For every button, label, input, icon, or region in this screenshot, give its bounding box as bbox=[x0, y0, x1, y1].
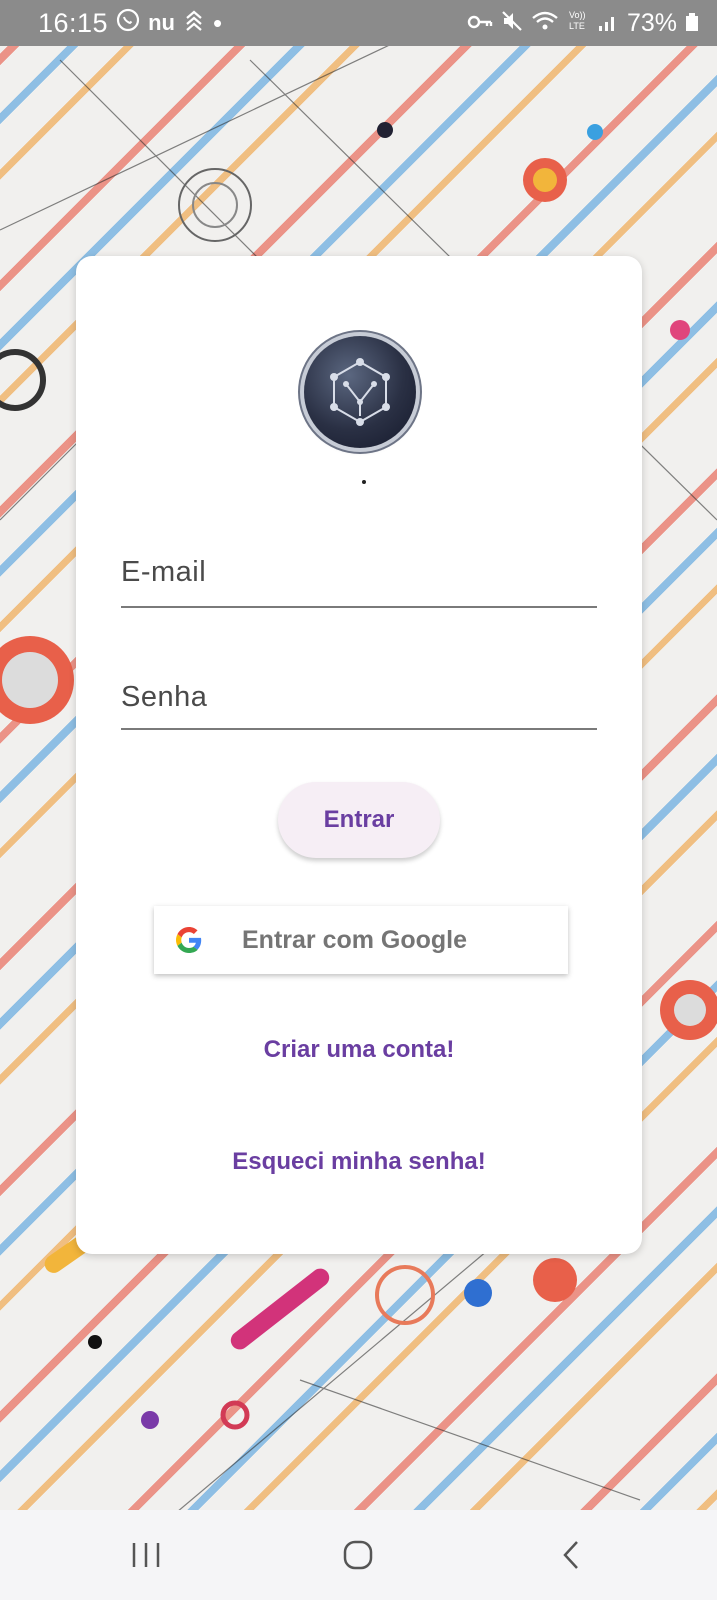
whatsapp-icon bbox=[116, 8, 140, 39]
login-button[interactable]: Entrar bbox=[278, 782, 440, 858]
google-login-button[interactable]: Entrar com Google bbox=[154, 906, 568, 974]
home-icon bbox=[344, 1540, 373, 1570]
navigation-bar bbox=[0, 1510, 717, 1600]
svg-text:LTE: LTE bbox=[569, 21, 585, 31]
create-account-link[interactable]: Criar uma conta! bbox=[76, 1036, 642, 1064]
recent-apps-icon bbox=[132, 1543, 160, 1567]
forgot-password-link[interactable]: Esqueci minha senha! bbox=[76, 1148, 642, 1176]
status-left: 16:15 nu • bbox=[38, 8, 222, 39]
home-button[interactable] bbox=[328, 1525, 388, 1585]
svg-text:Vo)): Vo)) bbox=[569, 10, 586, 20]
login-card: Entrar Entrar com Google Criar uma conta… bbox=[76, 256, 642, 1254]
email-field[interactable] bbox=[121, 538, 597, 608]
status-right: Vo)) LTE 73% bbox=[467, 8, 699, 39]
back-icon bbox=[563, 1541, 578, 1569]
back-button[interactable] bbox=[541, 1525, 601, 1585]
google-icon bbox=[176, 927, 202, 953]
recent-apps-button[interactable] bbox=[116, 1525, 176, 1585]
password-field[interactable] bbox=[121, 666, 597, 730]
binance-icon bbox=[183, 8, 205, 39]
battery-icon bbox=[685, 8, 699, 39]
password-input[interactable] bbox=[121, 666, 597, 728]
key-icon bbox=[467, 8, 493, 39]
notification-dot: • bbox=[212, 7, 223, 38]
app-logo bbox=[304, 336, 416, 448]
nubank-icon: nu bbox=[148, 10, 175, 35]
decorative-dot bbox=[362, 480, 366, 484]
google-button-label: Entrar com Google bbox=[242, 925, 468, 954]
volte-icon: Vo)) LTE bbox=[567, 8, 589, 39]
wifi-icon bbox=[531, 8, 559, 39]
mute-icon bbox=[501, 8, 523, 39]
status-time: 16:15 bbox=[38, 7, 109, 38]
email-input[interactable] bbox=[121, 538, 597, 606]
battery-percent: 73% bbox=[626, 8, 677, 37]
signal-icon bbox=[597, 8, 619, 39]
status-bar: 16:15 nu • Vo)) LTE 73% bbox=[0, 0, 717, 46]
